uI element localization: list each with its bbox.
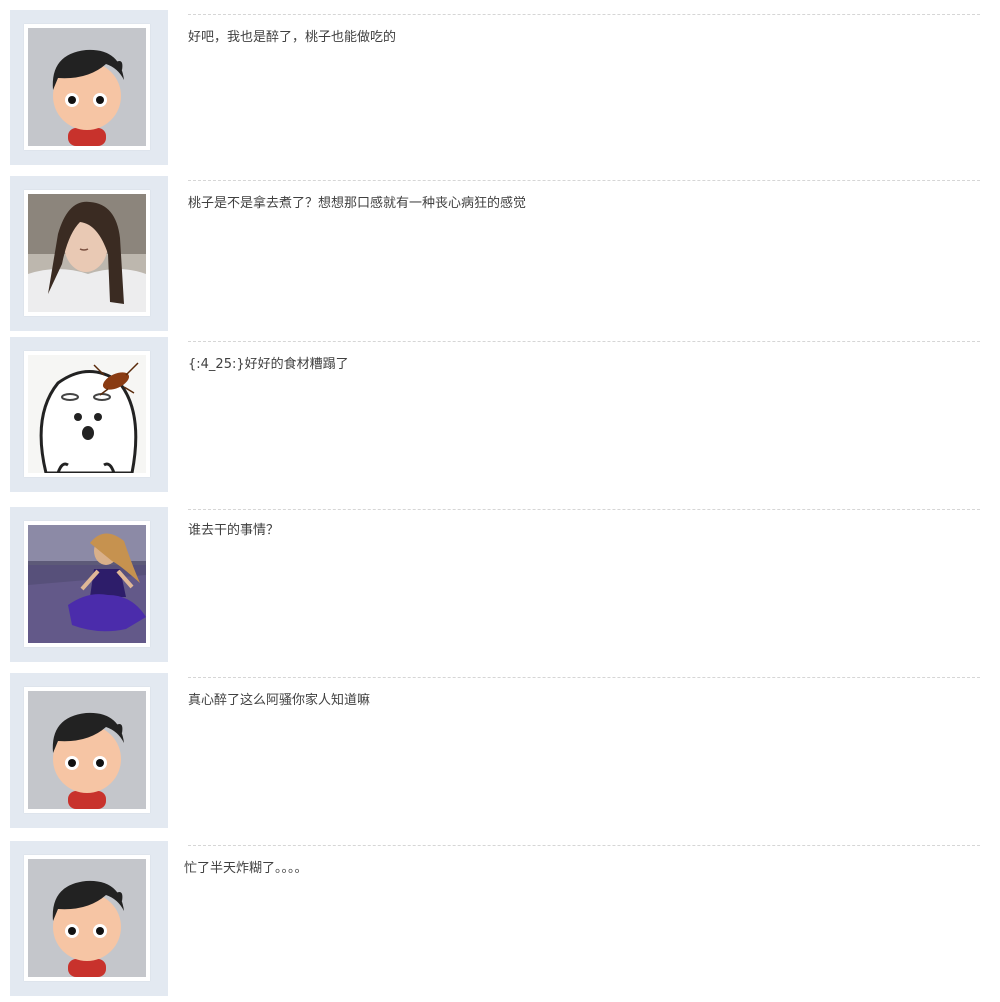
avatar-frame	[10, 841, 168, 996]
avatar-frame	[10, 10, 168, 165]
avatar-frame	[10, 176, 168, 331]
avatar[interactable]	[24, 24, 150, 150]
avatar[interactable]	[24, 190, 150, 316]
comment-item: 忙了半天炸糊了。。。。	[0, 841, 1000, 1002]
meme-face-avatar-icon	[28, 355, 146, 473]
comment-item: 真心醉了这么阿骚你家人知道嘛	[0, 673, 1000, 829]
comment-text: {:4_25:}好好的食材糟蹋了	[188, 357, 349, 372]
comment-text: 桃子是不是拿去煮了？想想那口感就有一种丧心病狂的感觉	[188, 196, 527, 211]
cartoon-boy-avatar-icon	[28, 859, 146, 977]
cartoon-boy-avatar-icon	[28, 691, 146, 809]
avatar-frame	[10, 337, 168, 492]
divider	[188, 14, 980, 15]
comment-text: 真心醉了这么阿骚你家人知道嘛	[188, 693, 371, 708]
avatar[interactable]	[24, 351, 150, 477]
divider	[188, 845, 980, 846]
comment-text: 忙了半天炸糊了。。。。	[184, 861, 308, 876]
comment-text: 好吧，我也是醉了，桃子也能做吃的	[188, 30, 397, 45]
divider	[188, 509, 980, 510]
girl-lavender-field-avatar-icon	[28, 525, 146, 643]
divider	[188, 180, 980, 181]
cartoon-boy-avatar-icon	[28, 28, 146, 146]
avatar[interactable]	[24, 687, 150, 813]
comment-item: 谁去干的事情？	[0, 505, 1000, 663]
divider	[188, 341, 980, 342]
girl-photo-avatar-icon	[28, 194, 146, 312]
comment-item: {:4_25:}好好的食材糟蹋了	[0, 337, 1000, 497]
avatar[interactable]	[24, 521, 150, 647]
comment-thread: 好吧，我也是醉了，桃子也能做吃的 桃子是不是拿去煮了？想想那口感就有一种丧心病狂…	[0, 0, 1000, 1002]
divider	[188, 677, 980, 678]
avatar[interactable]	[24, 855, 150, 981]
comment-item: 好吧，我也是醉了，桃子也能做吃的	[0, 10, 1000, 166]
avatar-frame	[10, 673, 168, 828]
comment-item: 桃子是不是拿去煮了？想想那口感就有一种丧心病狂的感觉	[0, 176, 1000, 331]
avatar-frame	[10, 507, 168, 662]
comment-text: 谁去干的事情？	[188, 523, 280, 538]
